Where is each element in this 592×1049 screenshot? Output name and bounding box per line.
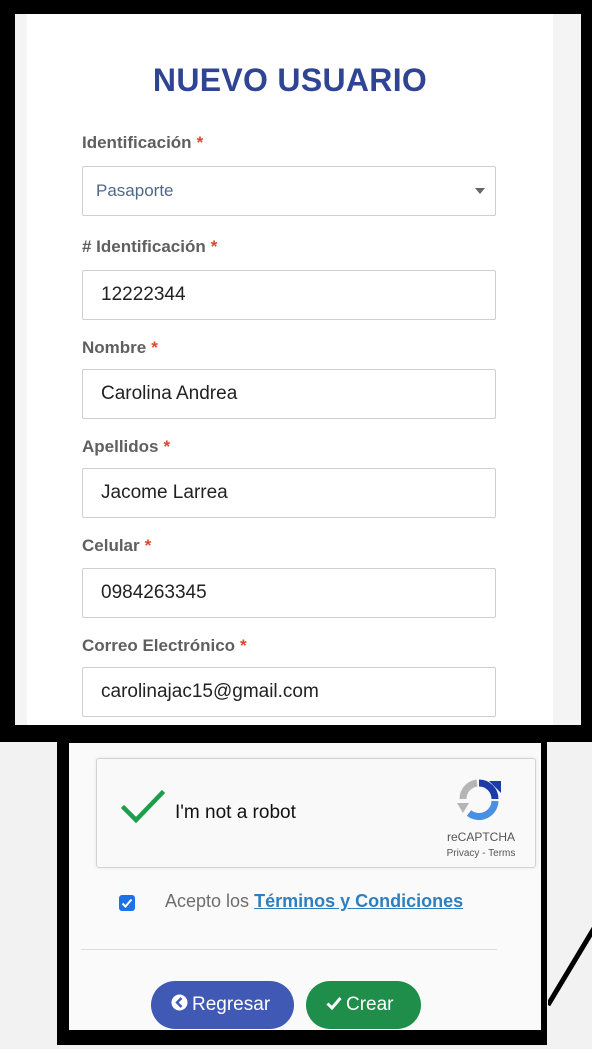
recaptcha-brand: reCAPTCHA — [446, 830, 515, 844]
correo-input[interactable]: carolinajac15@gmail.com — [82, 667, 496, 717]
back-button[interactable]: Regresar — [151, 981, 294, 1029]
checkmark-icon[interactable] — [121, 789, 165, 825]
form-footer: I'm not a robot reCAPTCHA Privacy - Term… — [69, 743, 541, 1030]
recaptcha-links[interactable]: Privacy - Terms — [433, 848, 529, 859]
numero-label-text: # Identificación — [82, 237, 206, 256]
numero-identificacion-value: 12222344 — [101, 284, 186, 305]
nombre-value: Carolina Andrea — [101, 383, 238, 404]
nombre-label-text: Nombre — [82, 338, 147, 357]
card-left-edge — [15, 14, 27, 725]
identificacion-select-value: Pasaporte — [96, 181, 174, 200]
correo-label-text: Correo Electrónico — [82, 636, 236, 655]
required-mark: * — [163, 437, 171, 456]
back-button-label: Regresar — [192, 994, 271, 1015]
create-button-label: Crear — [346, 994, 394, 1015]
required-mark: * — [240, 636, 247, 655]
required-mark: * — [144, 536, 152, 555]
numero-label: # Identificación * — [82, 237, 217, 257]
identificacion-select[interactable]: Pasaporte — [82, 166, 496, 216]
arrow-left-circle-icon — [171, 994, 188, 1011]
celular-label-text: Celular — [82, 536, 140, 555]
recaptcha-logo-icon — [457, 779, 501, 820]
celular-label: Celular * — [82, 536, 151, 556]
nombre-input[interactable]: Carolina Andrea — [82, 369, 496, 419]
check-icon — [326, 997, 342, 1010]
divider — [81, 949, 497, 950]
chevron-down-icon — [475, 188, 485, 194]
apellidos-label: Apellidos * — [82, 437, 170, 457]
terms-text: Acepto los Términos y Condiciones — [165, 891, 463, 912]
apellidos-input[interactable]: Jacome Larrea — [82, 468, 496, 518]
recaptcha-widget[interactable]: I'm not a robot reCAPTCHA Privacy - Term… — [96, 758, 536, 868]
numero-identificacion-input[interactable]: 12222344 — [82, 270, 496, 320]
terms-prefix: Acepto los — [165, 891, 250, 911]
apellidos-value: Jacome Larrea — [101, 482, 228, 503]
page-title: NUEVO USUARIO — [152, 62, 428, 98]
identificacion-label: Identificación * — [82, 133, 203, 153]
nombre-label: Nombre * — [82, 338, 158, 358]
identificacion-label-text: Identificación — [82, 133, 192, 152]
checkbox-check-icon — [121, 898, 133, 908]
card-right-edge — [553, 14, 581, 725]
required-mark: * — [151, 338, 158, 357]
correo-label: Correo Electrónico * — [82, 636, 247, 656]
terms-link[interactable]: Términos y Condiciones — [254, 891, 463, 911]
recaptcha-label: I'm not a robot — [175, 802, 296, 823]
required-mark: * — [210, 237, 218, 256]
create-button[interactable]: Crear — [306, 981, 421, 1029]
terms-checkbox[interactable] — [119, 895, 135, 911]
diagonal-line — [548, 926, 592, 1007]
required-mark: * — [196, 133, 204, 152]
celular-value: 0984263345 — [101, 582, 207, 603]
celular-input[interactable]: 0984263345 — [82, 568, 496, 618]
correo-value: carolinajac15@gmail.com — [101, 681, 319, 702]
apellidos-label-text: Apellidos — [82, 437, 159, 456]
